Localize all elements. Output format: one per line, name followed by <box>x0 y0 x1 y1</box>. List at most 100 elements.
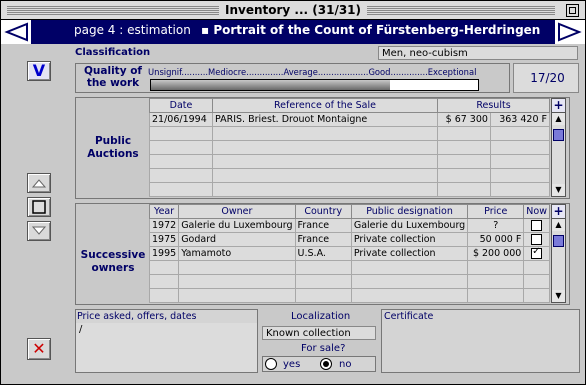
cancel-button[interactable]: ✕ <box>27 338 51 360</box>
owners-scrollbar[interactable]: + ▲ ▼ <box>551 204 566 303</box>
quality-score[interactable]: 17/20 <box>513 63 579 93</box>
quality-label-line2: the work <box>86 77 140 89</box>
owners-col-owner[interactable]: Owner <box>178 204 296 219</box>
down-triangle-icon <box>31 226 47 235</box>
table-row[interactable] <box>149 126 551 141</box>
table-row[interactable]: 1975 Godard France Private collection 50… <box>148 232 550 247</box>
successive-owners-label-line1: Successive <box>80 249 146 261</box>
owner-designation: Private collection <box>350 246 469 261</box>
table-row[interactable]: 1995 Yamamoto U.S.A. Private collection … <box>148 246 550 261</box>
quality-score-max: /20 <box>545 71 565 85</box>
certificate-label: Certificate <box>384 311 434 322</box>
quality-slider-fill <box>151 80 390 90</box>
for-sale-no-radio[interactable] <box>320 358 332 370</box>
table-row[interactable]: 1972 Galerie du Luxembourg France Galeri… <box>148 218 550 233</box>
add-owner-plus-icon[interactable]: + <box>552 205 565 219</box>
owner-year: 1972 <box>148 218 180 233</box>
auctions-header-row: Date Reference of the Sale Results <box>149 98 550 113</box>
quality-scale-labels: Unsignif..........Mediocre..............… <box>148 67 477 77</box>
auctions-col-date[interactable]: Date <box>149 98 213 113</box>
owner-price: $ 200 000 <box>467 246 525 261</box>
quality-score-value: 17 <box>530 71 546 85</box>
title-bar[interactable]: Inventory ... (31/31) <box>1 1 585 20</box>
window-title: Inventory ... (31/31) <box>218 2 368 18</box>
table-row[interactable] <box>149 140 551 155</box>
owner-name: Galerie du Luxembourg <box>178 218 296 233</box>
owners-scroll-thumb[interactable] <box>553 235 564 247</box>
quality-slider[interactable] <box>150 79 479 91</box>
validate-button[interactable]: V <box>27 61 51 81</box>
owner-country: U.S.A. <box>294 246 352 261</box>
scroll-down-arrow-icon[interactable]: ▼ <box>552 184 565 196</box>
public-auctions-label: Public Auctions <box>77 135 149 161</box>
owner-year: 1975 <box>148 232 180 247</box>
public-auctions-label-line1: Public <box>94 135 132 147</box>
table-row[interactable] <box>149 168 551 183</box>
owners-col-country[interactable]: Country <box>294 204 352 219</box>
owner-country: France <box>294 232 352 247</box>
for-sale-label: For sale? <box>301 343 346 354</box>
add-auction-plus-icon[interactable]: + <box>552 99 565 113</box>
scroll-down-button[interactable] <box>27 221 51 241</box>
for-sale-yes-label: yes <box>283 359 301 370</box>
next-page-arrow-icon[interactable] <box>555 20 585 44</box>
owner-designation: Private collection <box>350 232 469 247</box>
owners-col-now[interactable]: Now <box>523 204 550 219</box>
price-asked-field[interactable]: / <box>76 323 257 372</box>
classification-field[interactable]: Men, neo-cubism <box>378 46 578 60</box>
for-sale-no-label: no <box>339 359 352 370</box>
owner-price: ? <box>467 218 525 233</box>
owner-name: Godard <box>178 232 296 247</box>
table-row[interactable]: 21/06/1994 PARIS. Briest. Drouot Montaig… <box>149 112 551 127</box>
auctions-col-results[interactable]: Results <box>437 98 550 113</box>
owners-col-year[interactable]: Year <box>148 204 180 219</box>
auction-date: 21/06/1994 <box>149 112 213 127</box>
auctions-scrollbar[interactable]: + ▲ ▼ <box>551 98 566 197</box>
stop-button[interactable] <box>27 197 51 217</box>
scroll-down-arrow-icon[interactable]: ▼ <box>552 290 565 302</box>
validate-v-label: V <box>32 61 46 80</box>
scroll-up-arrow-icon[interactable]: ▲ <box>552 113 565 125</box>
owner-price: 50 000 F <box>467 232 525 247</box>
up-triangle-icon <box>31 179 47 188</box>
owner-name: Yamamoto <box>178 246 296 261</box>
record-header: page 4 : estimation ▪ Portrait of the Co… <box>1 20 585 44</box>
now-checkbox[interactable] <box>531 248 543 259</box>
owners-header-row: Year Owner Country Public designation Pr… <box>148 204 550 219</box>
previous-page-arrow-icon[interactable] <box>1 20 31 44</box>
owners-table: Year Owner Country Public designation Pr… <box>148 204 550 303</box>
scroll-up-button[interactable] <box>27 173 51 193</box>
quality-label-line1: Quality of <box>84 65 142 77</box>
owners-col-designation[interactable]: Public designation <box>350 204 469 219</box>
zoom-box-icon[interactable] <box>566 4 579 17</box>
owner-year: 1995 <box>148 246 180 261</box>
successive-owners-label-line2: owners <box>91 262 135 274</box>
left-arrow-icon <box>4 22 28 42</box>
auctions-col-reference[interactable]: Reference of the Sale <box>212 98 438 113</box>
localization-label: Localization <box>291 311 351 322</box>
owners-col-price[interactable]: Price <box>467 204 525 219</box>
table-row[interactable] <box>149 154 551 169</box>
auction-result-usd: $ 67 300 <box>437 112 491 127</box>
square-icon <box>32 200 46 214</box>
page-label: page 4 : estimation <box>74 23 191 37</box>
price-asked-label: Price asked, offers, dates <box>77 311 197 322</box>
record-title-text: Portrait of the Count of Fürstenberg-Her… <box>213 23 541 37</box>
close-icon: ✕ <box>32 339 46 358</box>
table-row[interactable] <box>148 288 550 303</box>
classification-label: Classification <box>75 47 151 58</box>
table-row[interactable] <box>149 182 551 197</box>
table-row[interactable] <box>148 274 550 289</box>
auctions-scroll-thumb[interactable] <box>553 129 564 141</box>
now-checkbox[interactable] <box>531 220 543 231</box>
quality-label: Quality of the work <box>81 65 145 89</box>
table-row[interactable] <box>148 260 550 275</box>
for-sale-radio-group <box>262 356 376 372</box>
owner-designation: Galerie du Luxembourg <box>350 218 469 233</box>
successive-owners-label: Successive owners <box>77 249 149 275</box>
scroll-up-arrow-icon[interactable]: ▲ <box>552 219 565 231</box>
for-sale-yes-radio[interactable] <box>265 358 277 370</box>
now-checkbox[interactable] <box>531 234 543 245</box>
public-auctions-label-line2: Auctions <box>87 148 139 160</box>
localization-field[interactable]: Known collection <box>262 326 376 340</box>
